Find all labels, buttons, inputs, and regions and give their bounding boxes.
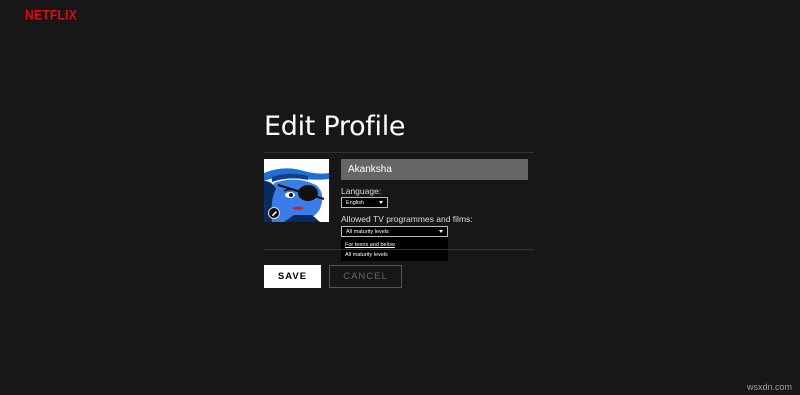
netflix-logo[interactable]: NETFLIX	[25, 7, 77, 23]
save-button[interactable]: SAVE	[264, 265, 321, 288]
maturity-option-all[interactable]: All maturity levels	[341, 250, 448, 260]
language-select[interactable]: English	[341, 197, 388, 208]
profile-name-input[interactable]	[341, 159, 528, 180]
chevron-down-icon	[379, 201, 383, 204]
page-title: Edit Profile	[264, 111, 406, 142]
edit-profile-page: NETFLIX Edit Profile Akanksha Language: …	[0, 0, 800, 395]
chevron-down-icon	[439, 230, 443, 233]
language-selected-value: English	[346, 199, 365, 206]
maturity-select[interactable]: All maturity levels	[341, 226, 448, 237]
language-label: Language:	[341, 186, 382, 196]
watermark-text: wsxdn.com	[746, 382, 792, 392]
edit-icon	[271, 210, 277, 216]
maturity-label: Allowed TV programmes and films:	[341, 214, 473, 224]
pencil-icon[interactable]	[268, 207, 280, 219]
top-divider	[264, 152, 534, 153]
bottom-divider	[264, 249, 534, 250]
maturity-selected-value: All maturity levels	[346, 228, 389, 235]
cancel-button[interactable]: CANCEL	[329, 265, 402, 288]
